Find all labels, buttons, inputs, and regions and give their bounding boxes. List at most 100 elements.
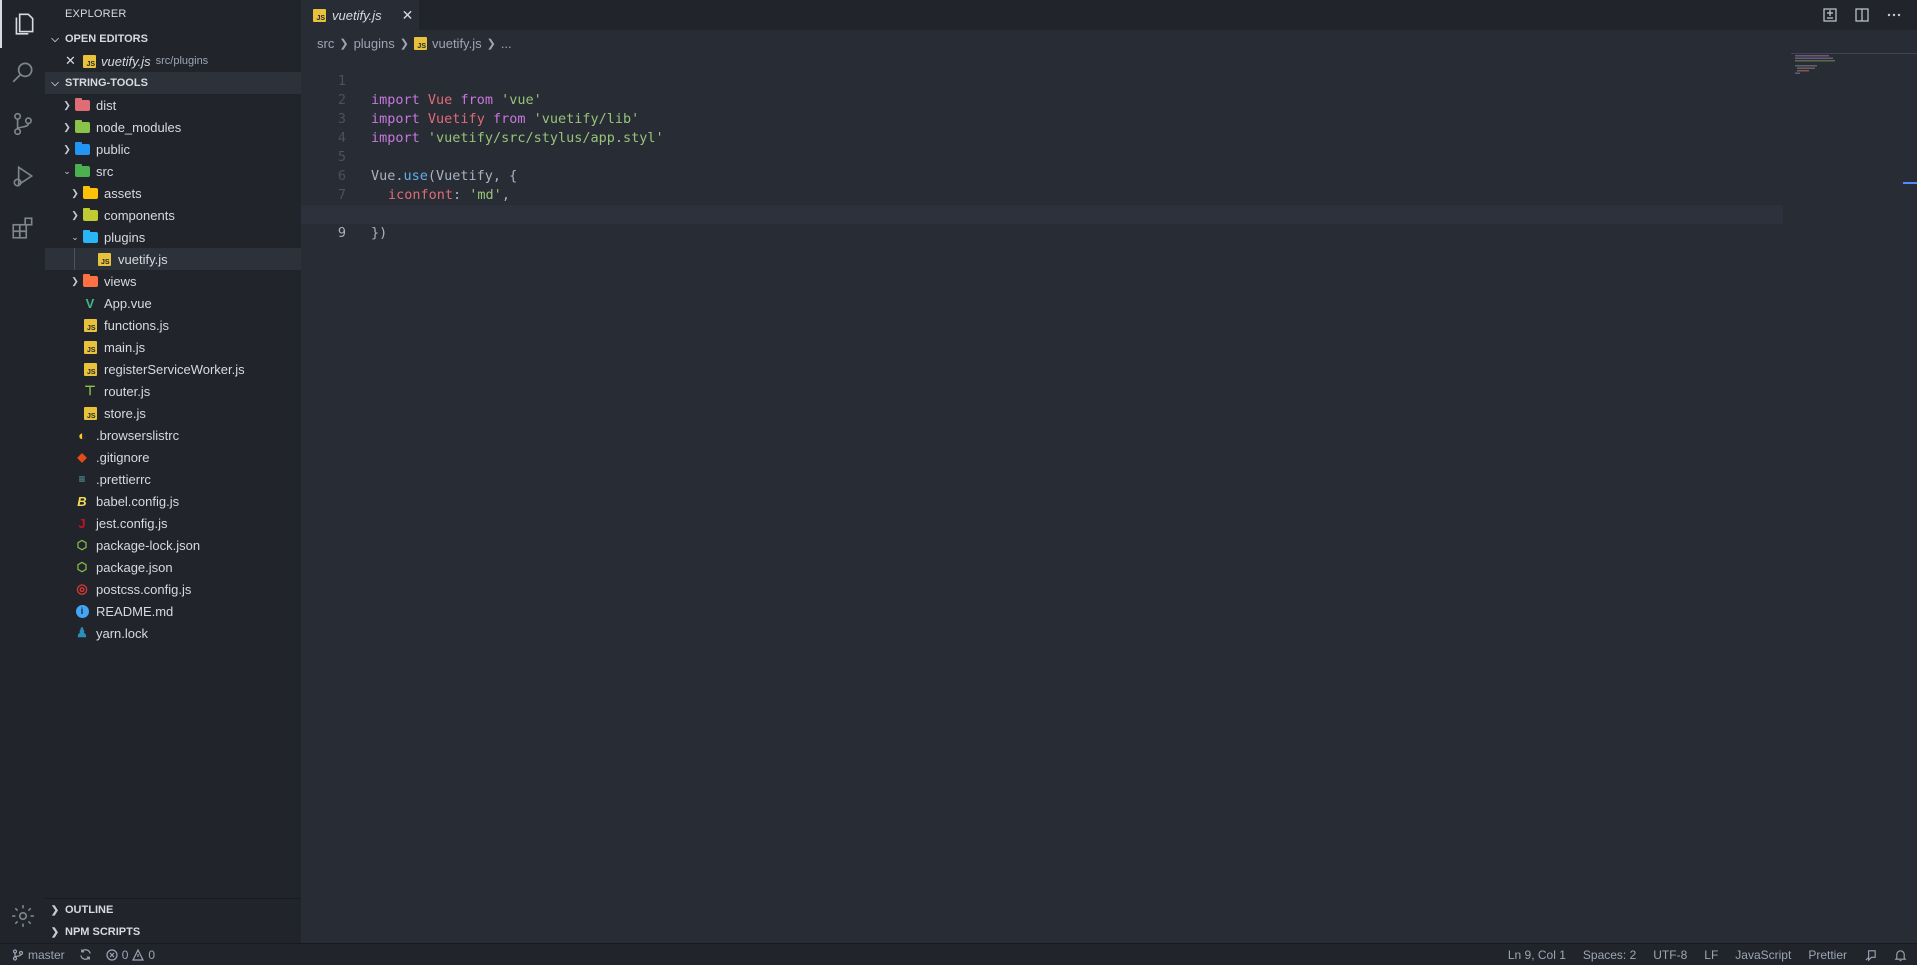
tree-folder-src[interactable]: ⌄ src (45, 160, 301, 182)
tree-label: jest.config.js (96, 515, 168, 531)
status-bar: master 0 0 Ln 9, Col 1 Spaces: 2 UTF-8 L… (0, 943, 1917, 965)
tree-file-register-sw[interactable]: JS registerServiceWorker.js (45, 358, 301, 380)
warning-icon (132, 948, 145, 961)
sync-button[interactable] (79, 948, 92, 961)
branch-name: master (28, 947, 65, 962)
tree-file-postcss-config[interactable]: ◎ postcss.config.js (45, 578, 301, 600)
formatter-status[interactable]: Prettier (1808, 948, 1847, 962)
tree-file-yarn-lock[interactable]: ♟ yarn.lock (45, 622, 301, 644)
compare-changes-button[interactable] (1821, 6, 1839, 24)
code-line: 3 import 'vuetify/src/stylus/app.styl' (301, 91, 1783, 146)
tree-label: assets (104, 185, 142, 201)
problems-status[interactable]: 0 0 (106, 948, 155, 962)
js-file-icon: JS (82, 339, 98, 355)
error-icon (106, 948, 118, 961)
warning-count: 0 (148, 947, 156, 962)
tree-file-package-json[interactable]: ⬡ package.json (45, 556, 301, 578)
tab-vuetify-js[interactable]: JS vuetify.js ✕ (301, 0, 419, 30)
tree-file-jest-config[interactable]: J jest.config.js (45, 512, 301, 534)
explorer-activity-button[interactable] (0, 0, 45, 48)
branch-status[interactable]: master (12, 948, 65, 962)
breadcrumb-item[interactable]: ... (501, 36, 512, 51)
tree-file-router[interactable]: ⊤ router.js (45, 380, 301, 402)
search-activity-button[interactable] (0, 48, 45, 96)
activity-bar (0, 0, 45, 943)
code-line: 5 Vue.use(Vuetify, { (301, 129, 1783, 184)
tree-file-main[interactable]: JS main.js (45, 336, 301, 358)
tree-folder-assets[interactable]: ❯ assets (45, 182, 301, 204)
extensions-activity-button[interactable] (0, 204, 45, 252)
tree-label: package-lock.json (96, 537, 201, 553)
tree-folder-plugins[interactable]: ⌄ plugins (45, 226, 301, 248)
folder-assets-icon (82, 185, 98, 201)
close-icon[interactable]: ✕ (402, 7, 414, 24)
indentation-status[interactable]: Spaces: 2 (1583, 948, 1636, 962)
tree-folder-views[interactable]: ❯ views (45, 270, 301, 292)
tree-label: main.js (104, 339, 146, 355)
source-control-activity-button[interactable] (0, 100, 45, 148)
nodejs-file-icon: ⬡ (76, 560, 88, 574)
run-debug-activity-button[interactable] (0, 152, 45, 200)
tree-file-prettierrc[interactable]: ≡ .prettierrc (45, 468, 301, 490)
folder-views-icon (82, 273, 98, 289)
tree-label: babel.config.js (96, 493, 180, 509)
vue-file-icon: V (85, 295, 95, 311)
tree-file-vuetify[interactable]: JS vuetify.js (45, 248, 301, 270)
tree-file-package-lock[interactable]: ⬡ package-lock.json (45, 534, 301, 556)
tree-file-functions[interactable]: JS functions.js (45, 314, 301, 336)
tree-file-app-vue[interactable]: V App.vue (45, 292, 301, 314)
code-line: 7 rtl: false (301, 167, 1783, 222)
breadcrumb-item[interactable]: vuetify.js (432, 36, 482, 51)
breadcrumb-item[interactable]: plugins (354, 36, 395, 51)
tree-file-gitignore[interactable]: ◆ .gitignore (45, 446, 301, 468)
tree-file-babel-config[interactable]: B babel.config.js (45, 490, 301, 512)
js-file-icon: JS (83, 54, 96, 68)
outline-label: OUTLINE (65, 904, 114, 916)
code-line: 6 iconfont: 'md', (301, 148, 1783, 203)
chevron-right-icon: ❯ (71, 209, 79, 220)
js-file-icon: JS (313, 8, 326, 22)
files-icon (15, 13, 33, 35)
tree-folder-dist[interactable]: ❯ dist (45, 94, 301, 116)
chevron-right-icon: ❯ (63, 121, 71, 132)
split-editor-button[interactable] (1853, 6, 1871, 24)
code-editor[interactable]: 1 import Vue from 'vue' 2 import Vuetify… (301, 53, 1917, 943)
tree-label: store.js (104, 405, 146, 421)
open-editor-item[interactable]: ✕ JS vuetify.js src/plugins (45, 50, 301, 72)
breadcrumb: src ❯ plugins ❯ JS vuetify.js ❯ ... (317, 33, 512, 53)
open-editors-header[interactable]: ⌵ OPEN EDITORS (45, 28, 301, 50)
npm-scripts-header[interactable]: ❯ NPM SCRIPTS (45, 921, 301, 943)
tree-file-browserslistrc[interactable]: ◐ .browserslistrc (45, 424, 301, 446)
encoding-status[interactable]: UTF-8 (1653, 948, 1687, 962)
js-file-icon: JS (82, 405, 98, 421)
tree-folder-components[interactable]: ❯ components (45, 204, 301, 226)
eol-status[interactable]: LF (1704, 948, 1718, 962)
tree-folder-public[interactable]: ❯ public (45, 138, 301, 160)
more-actions-button[interactable] (1885, 6, 1903, 24)
language-mode[interactable]: JavaScript (1735, 948, 1791, 962)
tree-file-store[interactable]: JS store.js (45, 402, 301, 424)
sidebar-title: EXPLORER (65, 8, 127, 20)
close-icon[interactable]: ✕ (65, 53, 79, 69)
tree-folder-node-modules[interactable]: ❯ node_modules (45, 116, 301, 138)
folder-components-icon (82, 207, 98, 223)
manage-activity-button[interactable] (0, 892, 45, 940)
tree-label: App.vue (104, 295, 152, 311)
info-file-icon: i (74, 603, 90, 619)
folder-plugins-open-icon (82, 229, 98, 245)
breadcrumb-item[interactable]: src (317, 36, 334, 51)
code-text: }) (371, 225, 388, 241)
cursor-position[interactable]: Ln 9, Col 1 (1508, 948, 1566, 962)
js-file-icon: JS (413, 36, 427, 50)
notifications-button[interactable] (1894, 949, 1907, 962)
tree-file-readme[interactable]: i README.md (45, 600, 301, 622)
outline-header[interactable]: ❯ OUTLINE (45, 899, 301, 921)
project-header[interactable]: ⌵ STRING-TOOLS (45, 72, 301, 94)
gear-icon (11, 905, 34, 927)
folder-dist-icon (74, 97, 90, 113)
run-debug-icon (13, 165, 33, 187)
js-file-icon: JS (96, 251, 112, 267)
git-branch-icon (12, 948, 24, 961)
feedback-button[interactable] (1864, 949, 1877, 962)
minimap-slider[interactable] (1791, 53, 1917, 71)
